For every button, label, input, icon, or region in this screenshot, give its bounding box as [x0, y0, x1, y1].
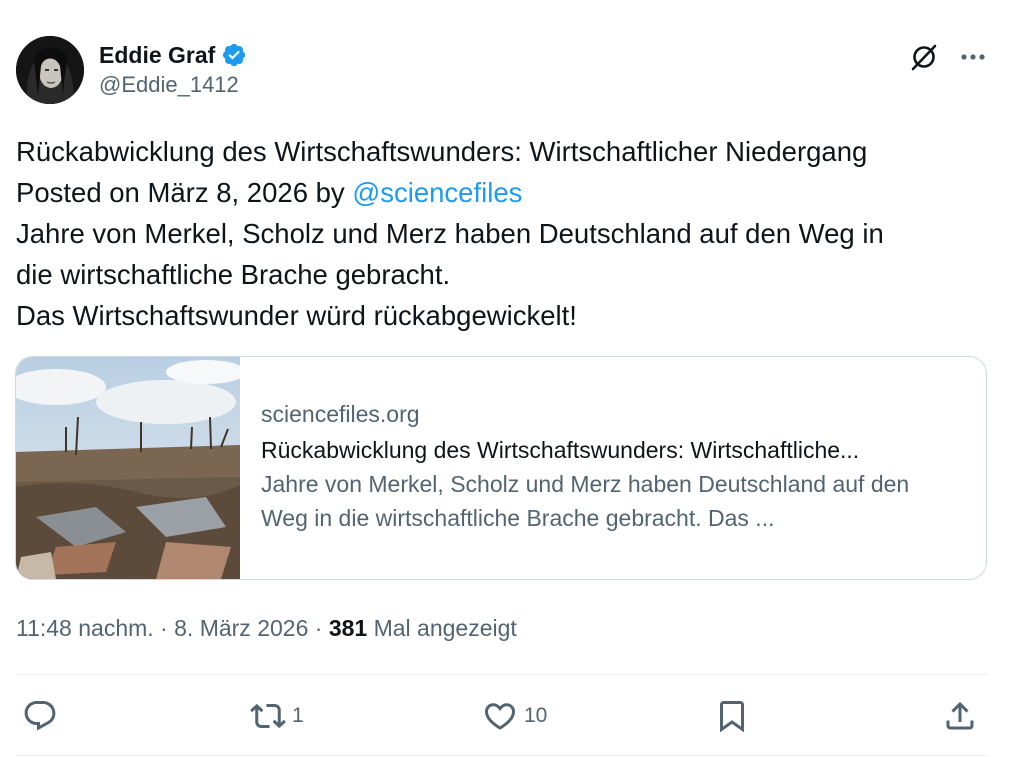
author-info: Eddie Graf @Eddie_1412	[99, 40, 247, 98]
tweet-line-posted: Posted on März 8, 2026 by @sciencefiles	[16, 172, 988, 213]
card-image[interactable]	[16, 357, 246, 579]
bookmark-button[interactable]	[714, 694, 750, 738]
views-label[interactable]: Mal angezeigt	[367, 615, 517, 641]
tweet-time[interactable]: 11:48 nachm.	[16, 615, 154, 641]
tweet-meta: 11:48 nachm. · 8. März 2026 · 381 Mal an…	[16, 612, 517, 644]
tweet-line-body-2: die wirtschaftliche Brache gebracht.	[16, 259, 451, 290]
action-bar: 1 10	[16, 694, 988, 738]
avatar[interactable]	[16, 36, 84, 104]
reply-icon	[22, 698, 58, 734]
verified-badge-icon[interactable]	[221, 42, 247, 68]
handle[interactable]: @Eddie_1412	[99, 72, 247, 98]
mention-link[interactable]: @sciencefiles	[352, 177, 522, 208]
repost-icon	[250, 698, 286, 734]
tweet-header: Eddie Graf @Eddie_1412	[16, 36, 988, 108]
repost-button[interactable]: 1	[250, 694, 304, 738]
share-icon	[942, 698, 978, 734]
display-name[interactable]: Eddie Graf	[99, 42, 215, 69]
card-domain: sciencefiles.org	[261, 401, 420, 427]
card-title: Rückabwicklung des Wirtschaftswunders: W…	[261, 437, 860, 463]
divider	[16, 674, 988, 675]
heart-icon	[482, 698, 518, 734]
like-count: 10	[524, 704, 548, 727]
more-icon[interactable]	[956, 40, 990, 74]
reply-button[interactable]	[22, 694, 58, 738]
share-button[interactable]	[942, 694, 978, 738]
posted-prefix: Posted on März 8, 2026 by	[16, 177, 353, 208]
card-description: Jahre von Merkel, Scholz und Merz haben …	[261, 471, 910, 531]
views-count[interactable]: 381	[329, 615, 367, 641]
meta-separator: ·	[153, 615, 175, 641]
tweet-line-body-3: Das Wirtschaftswunder würd rückabgewicke…	[16, 300, 577, 331]
like-button[interactable]: 10	[482, 694, 547, 738]
divider	[16, 755, 988, 756]
tweet-text: Rückabwicklung des Wirtschaftswunders: W…	[16, 131, 988, 336]
tweet-line-title: Rückabwicklung des Wirtschaftswunders: W…	[16, 136, 868, 167]
tweet-date[interactable]: 8. März 2026	[174, 615, 308, 641]
card-body: sciencefiles.org Rückabwicklung des Wirt…	[240, 357, 961, 579]
grok-icon[interactable]	[907, 40, 941, 74]
bookmark-icon	[714, 698, 750, 734]
tweet-line-body-1: Jahre von Merkel, Scholz und Merz haben …	[16, 218, 884, 249]
meta-separator-2: ·	[308, 615, 329, 641]
repost-count: 1	[292, 704, 304, 727]
link-card[interactable]: sciencefiles.org Rückabwicklung des Wirt…	[15, 356, 987, 580]
